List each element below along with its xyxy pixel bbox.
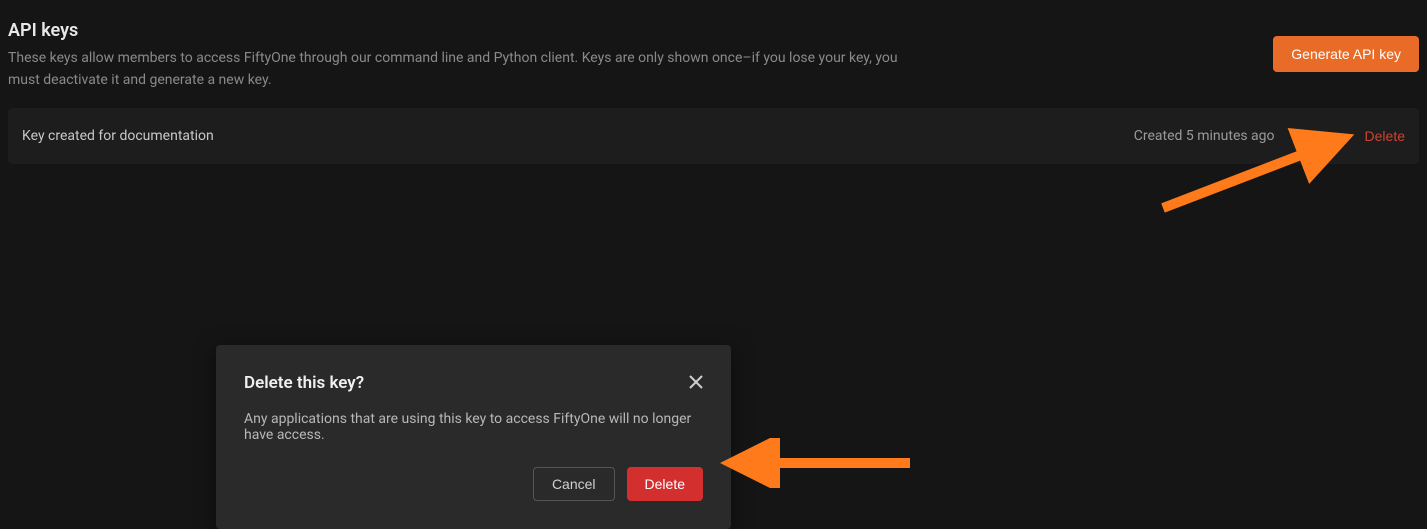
annotation-arrow-icon xyxy=(715,438,915,488)
generate-api-key-button[interactable]: Generate API key xyxy=(1273,36,1419,72)
header-text-block: API keys These keys allow members to acc… xyxy=(8,20,908,92)
page-title: API keys xyxy=(8,20,908,41)
modal-actions: Cancel Delete xyxy=(244,467,703,501)
api-key-delete-link[interactable]: Delete xyxy=(1365,128,1405,144)
modal-header: Delete this key? xyxy=(244,373,703,393)
page-header: API keys These keys allow members to acc… xyxy=(0,0,1427,92)
api-key-name: Key created for documentation xyxy=(22,128,214,144)
api-key-row: Key created for documentation Created 5 … xyxy=(8,108,1419,164)
delete-key-modal: Delete this key? Any applications that a… xyxy=(216,345,731,529)
api-key-created: Created 5 minutes ago xyxy=(1134,128,1275,144)
cancel-button[interactable]: Cancel xyxy=(533,467,615,501)
page-description: These keys allow members to access Fifty… xyxy=(8,47,908,92)
x-icon xyxy=(689,375,703,389)
close-icon[interactable] xyxy=(689,374,703,392)
api-key-meta: Created 5 minutes ago Delete xyxy=(1134,128,1405,144)
modal-title: Delete this key? xyxy=(244,373,364,393)
delete-button[interactable]: Delete xyxy=(627,467,703,501)
modal-body-text: Any applications that are using this key… xyxy=(244,411,703,443)
